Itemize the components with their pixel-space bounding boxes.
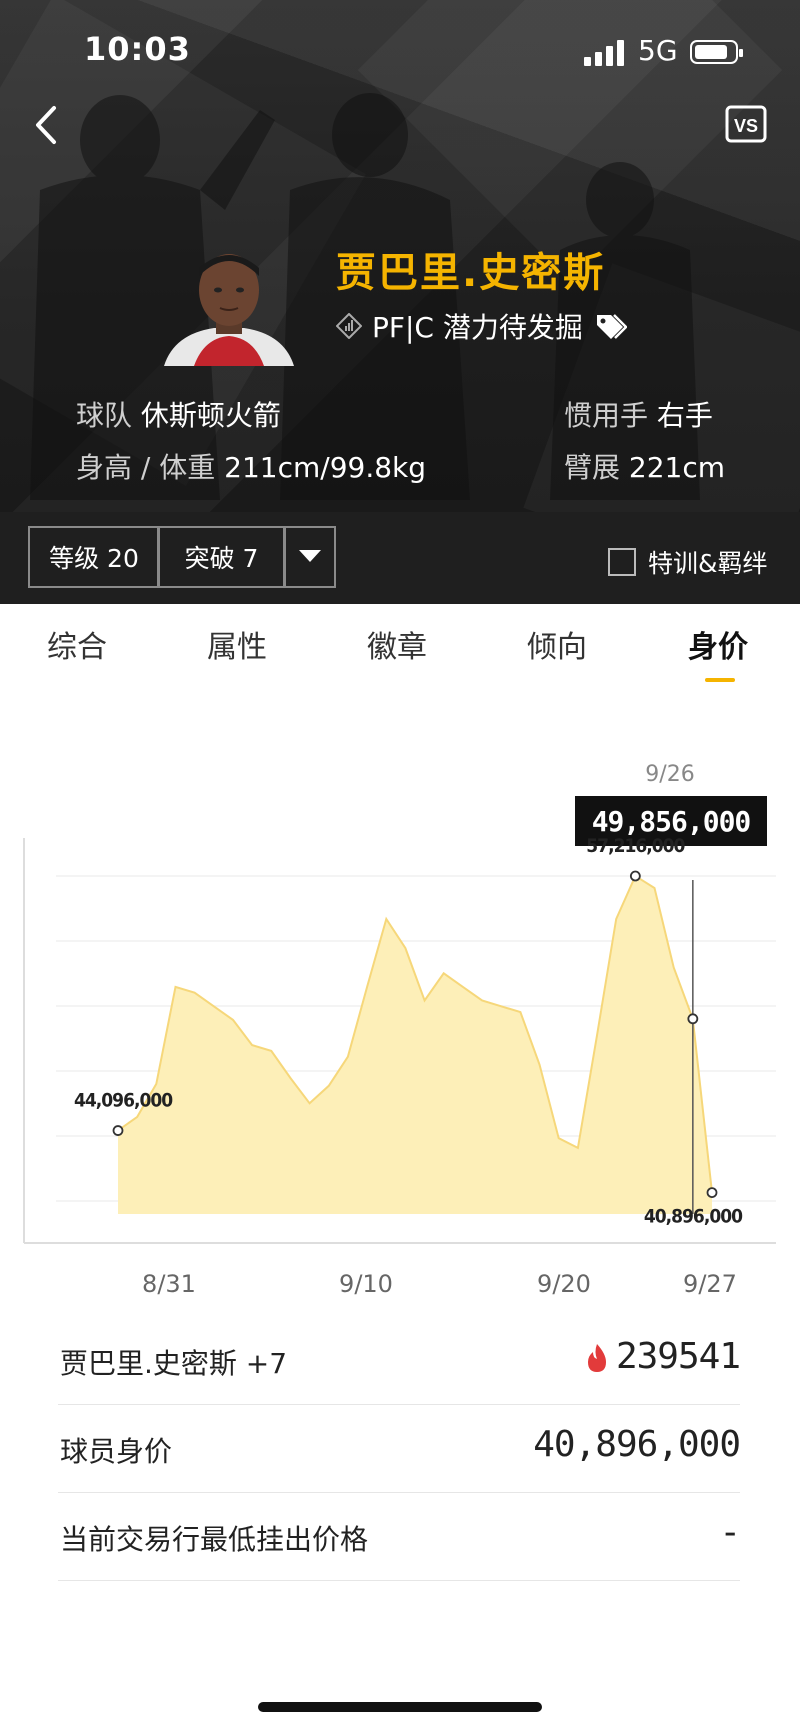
- row-value: 239541: [584, 1336, 741, 1377]
- back-button[interactable]: [28, 100, 68, 150]
- player-popularity-row: 贾巴里.史密斯 +7 239541: [58, 1316, 741, 1405]
- level-dropdown-button[interactable]: [283, 526, 336, 588]
- tooltip-value: 49,856,000: [575, 796, 767, 846]
- level-toolbar: 等级 20 突破 7 特训&羁绊: [0, 512, 800, 604]
- team-label: 球队: [76, 399, 133, 432]
- data-label: 40,896,000: [644, 1206, 743, 1228]
- data-label: 44,096,000: [74, 1090, 173, 1112]
- height-weight-value: 211cm/99.8kg: [224, 451, 427, 484]
- row-value: 40,896,000: [533, 1424, 741, 1465]
- position-row: PF|C 潜力待发掘: [336, 308, 627, 344]
- price-area: [118, 876, 712, 1214]
- team-info: 球队 休斯顿火箭: [76, 394, 281, 434]
- price-line: [117, 874, 713, 1193]
- level-selector[interactable]: 等级 20: [28, 526, 160, 588]
- x-tick-label: 9/27: [683, 1270, 737, 1298]
- row-value: -: [719, 1512, 741, 1553]
- compare-vs-button[interactable]: VS: [724, 104, 768, 144]
- hand-label: 惯用手: [564, 399, 649, 432]
- caret-down-icon: [298, 550, 321, 562]
- tab-overview[interactable]: 综合: [47, 622, 107, 666]
- height-weight-info: 身高 / 体重 211cm/99.8kg: [76, 446, 426, 486]
- tooltip-date: 9/26: [645, 762, 695, 787]
- tab-attributes[interactable]: 属性: [207, 622, 267, 666]
- training-bond-toggle[interactable]: 特训&羁绊: [608, 544, 768, 580]
- network-type: 5G: [638, 34, 678, 67]
- flame-icon: [587, 1344, 606, 1372]
- vs-icon: VS: [725, 105, 767, 143]
- wingspan-info: 臂展 221cm: [564, 446, 725, 486]
- player-value-row: 球员身价 40,896,000: [58, 1404, 741, 1493]
- hand-info: 惯用手 右手: [564, 394, 713, 434]
- data-point: [629, 870, 641, 882]
- home-indicator[interactable]: [258, 1702, 542, 1712]
- player-position: PF|C 潜力待发掘: [372, 311, 583, 344]
- wingspan-label: 臂展: [564, 451, 621, 484]
- battery-icon: [690, 40, 743, 64]
- chevron-left-icon: [36, 106, 56, 144]
- diamond-signal-icon: [336, 313, 362, 339]
- tab-bar: 综合 属性 徽章 倾向 身价: [0, 604, 800, 684]
- status-bar: 10:03 5G: [0, 0, 800, 100]
- status-time: 10:03: [84, 30, 191, 68]
- svg-text:VS: VS: [734, 116, 758, 136]
- x-tick-label: 9/10: [339, 1270, 393, 1298]
- popularity-value: 239541: [615, 1336, 741, 1377]
- lowest-listing-row: 当前交易行最低挂出价格 -: [58, 1492, 741, 1581]
- row-label: 球员身价: [60, 1435, 173, 1468]
- tab-badges[interactable]: 徽章: [367, 622, 427, 666]
- data-point: [706, 1187, 718, 1199]
- team-value: 休斯顿火箭: [140, 399, 281, 432]
- active-tab-indicator: [705, 678, 735, 682]
- tab-value[interactable]: 身价: [688, 622, 748, 666]
- height-weight-label: 身高 / 体重: [76, 451, 216, 484]
- training-bond-label: 特训&羁绊: [648, 549, 768, 578]
- signal-icon: [584, 40, 626, 66]
- breakthrough-selector[interactable]: 突破 7: [157, 526, 286, 588]
- data-point: [112, 1125, 124, 1136]
- tag-icon[interactable]: [593, 311, 627, 341]
- tab-tendencies[interactable]: 倾向: [527, 622, 587, 666]
- row-label: 贾巴里.史密斯 +7: [60, 1347, 288, 1380]
- x-tick-label: 8/31: [142, 1270, 196, 1298]
- row-label: 当前交易行最低挂出价格: [60, 1523, 369, 1556]
- training-bond-checkbox[interactable]: [608, 548, 636, 576]
- hand-value: 右手: [656, 399, 713, 432]
- player-avatar: [154, 246, 304, 366]
- wingspan-value: 221cm: [628, 451, 726, 484]
- player-name: 贾巴里.史密斯: [336, 250, 606, 296]
- data-point: [687, 1013, 699, 1025]
- x-tick-label: 9/20: [537, 1270, 591, 1298]
